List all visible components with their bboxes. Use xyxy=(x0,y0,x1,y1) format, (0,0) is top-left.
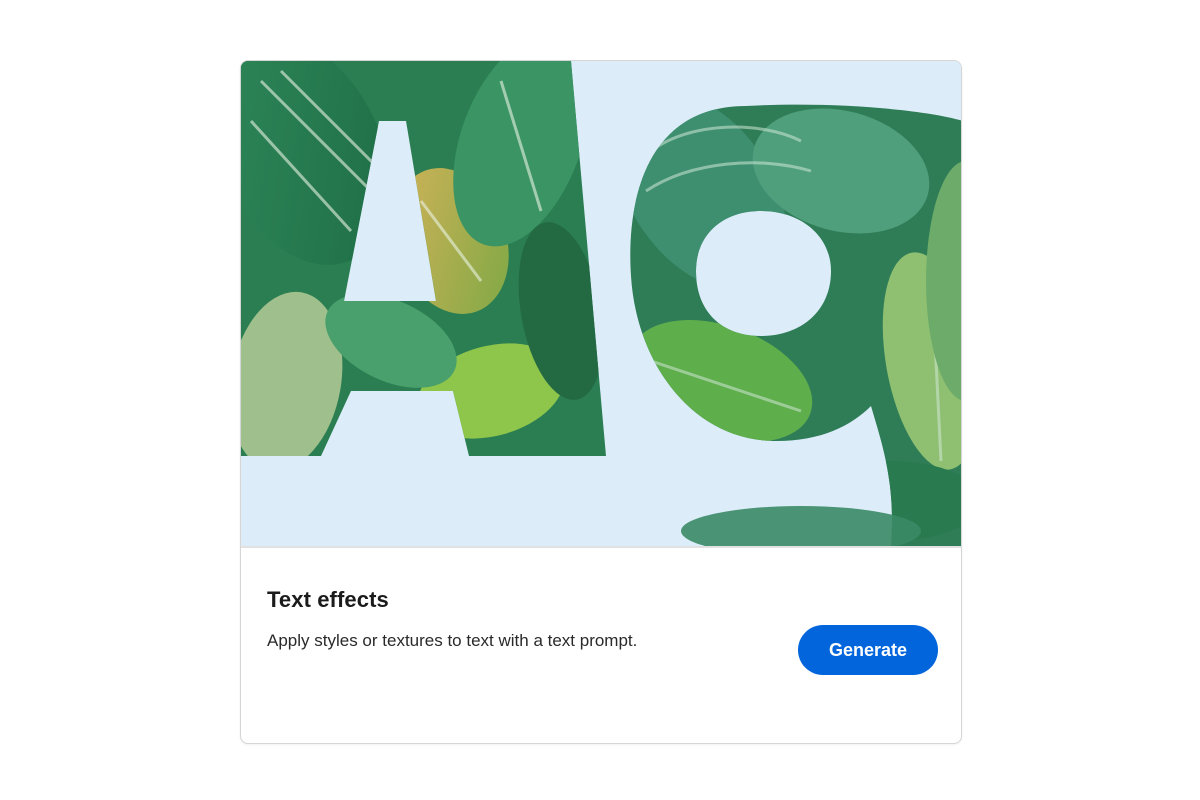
card-title: Text effects xyxy=(267,587,389,612)
generate-button[interactable]: Generate xyxy=(798,625,938,675)
card-divider xyxy=(241,546,961,548)
card-description: Apply styles or textures to text with a … xyxy=(267,631,638,650)
letter-9-foliage xyxy=(630,104,961,546)
letter-a-foliage xyxy=(241,61,606,456)
text-effects-card[interactable]: Text effects Apply styles or textures to… xyxy=(240,60,962,744)
text-effects-preview-image xyxy=(241,61,961,546)
bottom-fern-leaf xyxy=(681,506,921,546)
leafy-letters-illustration xyxy=(241,61,961,546)
